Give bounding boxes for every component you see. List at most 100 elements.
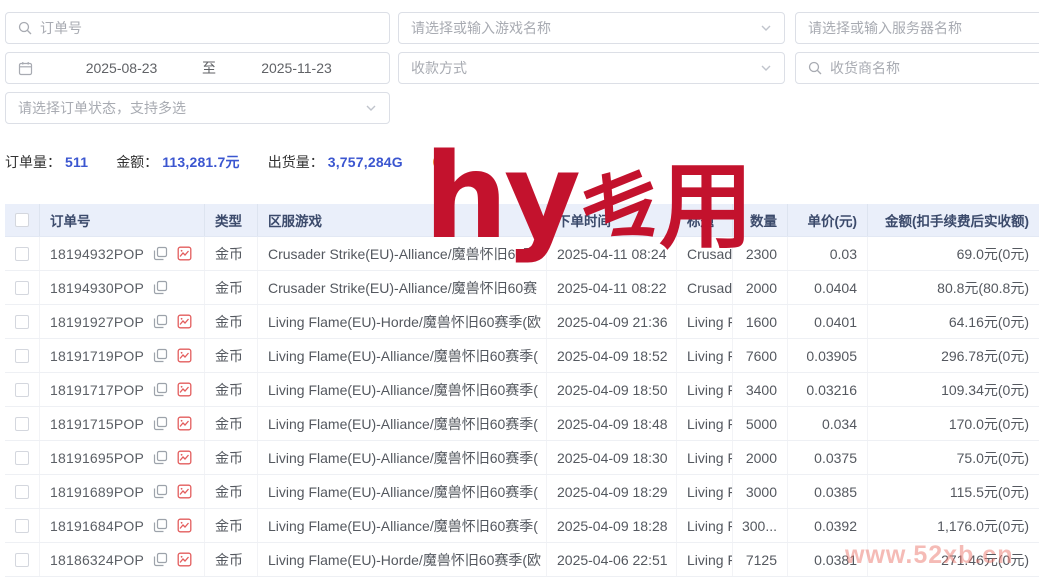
image-icon[interactable] xyxy=(177,314,192,329)
unit-price-cell: 0.034 xyxy=(788,407,868,440)
shipment-value: 3,757,284G xyxy=(327,154,403,170)
order-no-cell: 18194932POP xyxy=(40,237,205,270)
table-row[interactable]: 18191927POP 金币 Living Flame(EU)-Horde/魔兽… xyxy=(5,305,1039,339)
copy-icon[interactable] xyxy=(153,348,168,363)
game-cell: Living Flame(EU)-Horde/魔兽怀旧60赛季(欧 xyxy=(258,305,547,338)
game-cell: Living Flame(EU)-Alliance/魔兽怀旧60赛季( xyxy=(258,339,547,372)
copy-icon[interactable] xyxy=(153,280,168,295)
chevron-down-icon xyxy=(760,22,772,34)
receiver-name-input[interactable]: 收货商名称 xyxy=(795,52,1039,84)
game-select[interactable]: 请选择或输入游戏名称 xyxy=(398,12,785,44)
row-select-cell xyxy=(5,407,40,440)
amount-cell: 271.46元(0元) xyxy=(941,551,1029,568)
type-cell: 金币 xyxy=(205,543,258,576)
table-row[interactable]: 18191695POP 金币 Living Flame(EU)-Alliance… xyxy=(5,441,1039,475)
header-quantity: 数量 xyxy=(733,204,788,236)
game-cell: Living Flame(EU)-Alliance/魔兽怀旧60赛季( xyxy=(258,475,547,508)
copy-icon[interactable] xyxy=(153,416,168,431)
quantity-cell: 3400 xyxy=(733,373,788,406)
title-cell: Living Fl xyxy=(677,407,733,440)
select-all-checkbox[interactable] xyxy=(15,213,29,227)
title-cell: Living Fl xyxy=(677,441,733,474)
copy-icon[interactable] xyxy=(153,518,168,533)
header-title: 标题 xyxy=(677,204,733,236)
orders-table: 订单号 类型 区服游戏 下单时间 标题 数量 单价(元) 金额(扣手续费后实收额… xyxy=(5,204,1039,577)
date-end-value[interactable]: 2025-11-23 xyxy=(232,60,362,76)
image-icon[interactable] xyxy=(177,348,192,363)
payment-method-placeholder: 收款方式 xyxy=(411,60,467,76)
shipment-stat: 出货量： 3,757,284G xyxy=(268,152,403,172)
copy-icon[interactable] xyxy=(153,314,168,329)
row-checkbox[interactable] xyxy=(15,450,29,465)
date-start-value[interactable]: 2025-08-23 xyxy=(57,60,187,76)
time-cell: 2025-04-09 18:50 xyxy=(547,373,677,406)
game-cell: Living Flame(EU)-Alliance/魔兽怀旧60赛季( xyxy=(258,441,547,474)
quantity-cell: 1600 xyxy=(733,305,788,338)
row-checkbox[interactable] xyxy=(15,280,29,295)
row-checkbox[interactable] xyxy=(15,382,29,397)
row-select-cell xyxy=(5,509,40,542)
title-cell: Crusade xyxy=(677,237,733,270)
image-icon[interactable] xyxy=(177,382,192,397)
time-cell: 2025-04-06 22:51 xyxy=(547,543,677,576)
server-select[interactable]: 请选择或输入服务器名称 xyxy=(795,12,1039,44)
header-type: 类型 xyxy=(205,204,258,236)
unit-price-cell: 0.03905 xyxy=(788,339,868,372)
order-no-cell: 18186324POP xyxy=(40,543,205,576)
payment-method-select[interactable]: 收款方式 xyxy=(398,52,785,84)
table-row[interactable]: 18194930POP 金币 Crusader Strike(EU)-Allia… xyxy=(5,271,1039,305)
order-no-cell: 18191927POP xyxy=(40,305,205,338)
order-status-select[interactable]: 请选择订单状态，支持多选 xyxy=(5,92,390,124)
help-icon[interactable]: ? xyxy=(432,154,449,170)
game-cell: Living Flame(EU)-Alliance/魔兽怀旧60赛季( xyxy=(258,373,547,406)
header-order-time: 下单时间 xyxy=(547,204,677,236)
copy-icon[interactable] xyxy=(153,450,168,465)
table-row[interactable]: 18191684POP 金币 Living Flame(EU)-Alliance… xyxy=(5,509,1039,543)
table-row[interactable]: 18191717POP 金币 Living Flame(EU)-Alliance… xyxy=(5,373,1039,407)
unit-price-cell: 0.03 xyxy=(788,237,868,270)
row-checkbox[interactable] xyxy=(15,518,29,533)
game-cell: Living Flame(EU)-Horde/魔兽怀旧60赛季(欧 xyxy=(258,543,547,576)
row-checkbox[interactable] xyxy=(15,348,29,363)
copy-icon[interactable] xyxy=(153,552,168,567)
row-checkbox[interactable] xyxy=(15,246,29,261)
row-checkbox[interactable] xyxy=(15,484,29,499)
game-cell: Crusader Strike(EU)-Alliance/魔兽怀旧60赛 xyxy=(258,271,547,304)
image-icon[interactable] xyxy=(177,246,192,261)
order-no-cell: 18191715POP xyxy=(40,407,205,440)
row-checkbox[interactable] xyxy=(15,314,29,329)
amount-label: 金额： xyxy=(116,154,159,170)
time-cell: 2025-04-09 18:29 xyxy=(547,475,677,508)
row-select-cell xyxy=(5,305,40,338)
order-no-cell: 18191719POP xyxy=(40,339,205,372)
image-icon[interactable] xyxy=(177,416,192,431)
row-checkbox[interactable] xyxy=(15,416,29,431)
table-row[interactable]: 18186324POP 金币 Living Flame(EU)-Horde/魔兽… xyxy=(5,543,1039,577)
time-cell: 2025-04-09 18:52 xyxy=(547,339,677,372)
copy-icon[interactable] xyxy=(153,246,168,261)
date-range-picker[interactable]: 2025-08-23 至 2025-11-23 xyxy=(5,52,390,84)
chevron-down-icon xyxy=(760,62,772,74)
quantity-cell: 3000 xyxy=(733,475,788,508)
quantity-cell: 2000 xyxy=(733,441,788,474)
type-cell: 金币 xyxy=(205,339,258,372)
copy-icon[interactable] xyxy=(153,484,168,499)
image-icon[interactable] xyxy=(177,552,192,567)
table-row[interactable]: 18191719POP 金币 Living Flame(EU)-Alliance… xyxy=(5,339,1039,373)
order-no-input[interactable]: 订单号 xyxy=(5,12,390,44)
game-cell: Crusader Strike(EU)-Alliance/魔兽怀旧60赛 xyxy=(258,237,547,270)
title-cell: Living Fl xyxy=(677,373,733,406)
order-no-text: 18194932POP xyxy=(50,245,145,262)
image-icon[interactable] xyxy=(177,484,192,499)
copy-icon[interactable] xyxy=(153,382,168,397)
image-icon[interactable] xyxy=(177,518,192,533)
table-row[interactable]: 18191689POP 金币 Living Flame(EU)-Alliance… xyxy=(5,475,1039,509)
table-row[interactable]: 18194932POP 金币 Crusader Strike(EU)-Allia… xyxy=(5,237,1039,271)
order-count-stat: 订单量： 511 xyxy=(5,152,88,172)
table-row[interactable]: 18191715POP 金币 Living Flame(EU)-Alliance… xyxy=(5,407,1039,441)
type-cell: 金币 xyxy=(205,271,258,304)
order-no-text: 18191715POP xyxy=(50,415,145,432)
row-checkbox[interactable] xyxy=(15,552,29,567)
image-icon[interactable] xyxy=(177,450,192,465)
order-no-text: 18191689POP xyxy=(50,483,145,500)
